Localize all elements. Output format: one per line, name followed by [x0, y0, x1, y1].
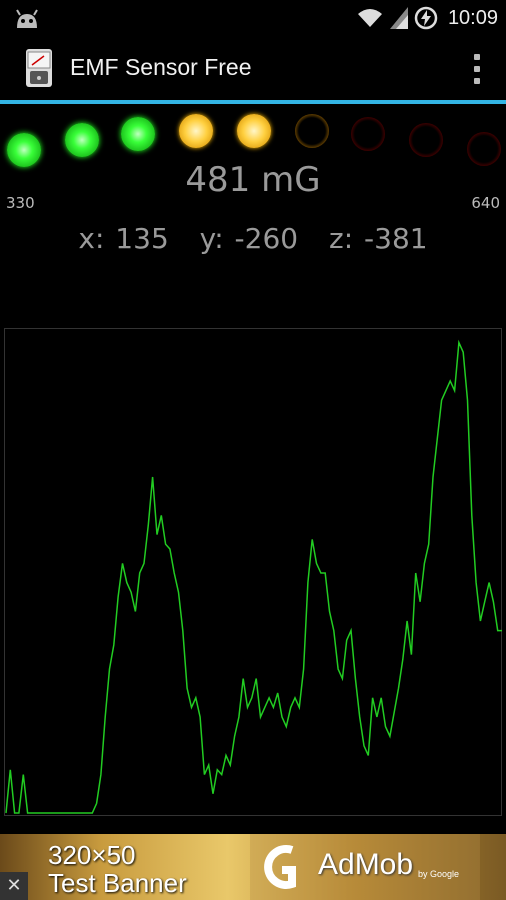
- android-head-icon: [16, 9, 38, 28]
- emf-series-line: [5, 339, 502, 814]
- led-red-8: [409, 123, 443, 157]
- wifi-icon: [357, 9, 382, 27]
- ad-banner[interactable]: 320×50 Test Banner AdMob by Google ✕: [0, 834, 506, 900]
- ad-by-google: by Google: [418, 869, 460, 879]
- action-bar: EMF Sensor Free: [0, 36, 506, 104]
- y-reading: y: -260: [199, 222, 299, 255]
- app-title: EMF Sensor Free: [70, 54, 252, 80]
- clock: 10:09: [447, 6, 498, 29]
- ad-size-label: 320×50: [48, 840, 136, 870]
- led-yellow-5: [237, 114, 271, 148]
- led-green-2: [65, 123, 99, 157]
- led-red-7: [351, 117, 385, 151]
- ad-test-label: Test Banner: [48, 868, 187, 898]
- led-green-3: [121, 117, 155, 151]
- led-yellow-6: [295, 114, 329, 148]
- status-bar: 10:09: [0, 0, 506, 36]
- emf-line-chart: [5, 339, 502, 814]
- z-reading: z: -381: [329, 222, 428, 255]
- ad-close-button[interactable]: ✕: [0, 872, 28, 900]
- signal-icon: [389, 7, 408, 29]
- axis-readings: x: 135 y: -260 z: -381: [0, 222, 506, 255]
- emf-graph: [4, 328, 502, 816]
- action-bar-divider: [0, 100, 506, 104]
- led-yellow-4: [179, 114, 213, 148]
- field-strength-reading: 481 mG: [185, 160, 321, 200]
- x-reading: x: 135: [78, 222, 169, 255]
- emf-meter-icon[interactable]: [24, 48, 54, 88]
- overflow-menu-icon[interactable]: [472, 54, 482, 84]
- battery-charging-icon: [414, 6, 438, 30]
- ad-brand: AdMob: [318, 848, 414, 881]
- admob-logo-icon: [264, 845, 296, 889]
